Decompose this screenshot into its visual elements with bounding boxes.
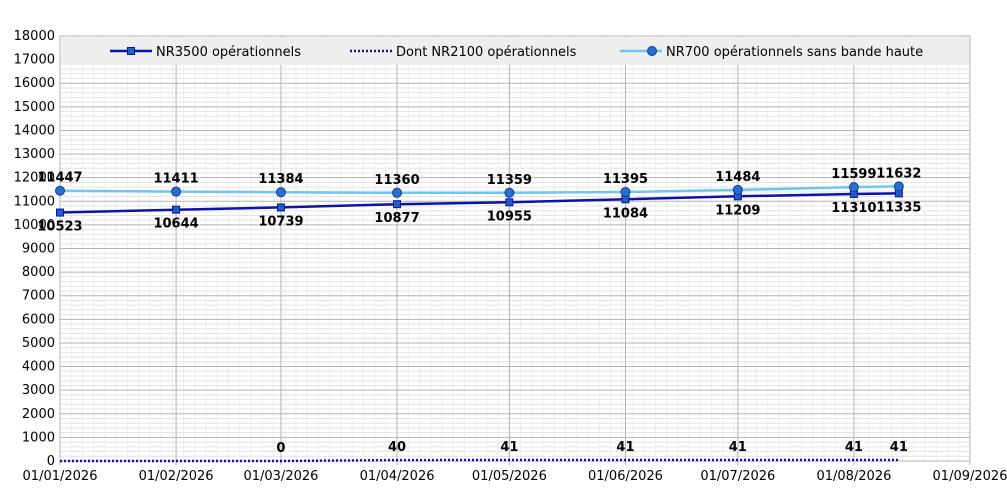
y-tick-label: 15000 [14, 100, 55, 115]
data-label: 11395 [603, 172, 648, 187]
data-point [505, 198, 514, 207]
data-label: 10739 [258, 214, 303, 229]
data-point [275, 187, 286, 198]
data-point [56, 208, 64, 217]
y-tick-label: 17000 [14, 53, 55, 68]
y-tick-label: 13000 [14, 147, 55, 162]
y-tick-label: 0 [47, 454, 55, 469]
y-axis: 0100020003000400050006000700080009000100… [14, 29, 55, 469]
y-tick-label: 4000 [22, 360, 55, 375]
data-label: 11359 [487, 173, 532, 188]
y-tick-label: 3000 [22, 383, 55, 398]
data-label: 11632 [876, 166, 921, 181]
data-label: 11447 [37, 171, 82, 186]
y-tick-label: 18000 [14, 29, 55, 44]
y-tick-label: 1000 [22, 430, 55, 445]
y-tick-label: 6000 [22, 312, 55, 327]
y-tick-label: 14000 [14, 123, 55, 138]
data-point [392, 187, 403, 198]
y-tick-label: 16000 [14, 76, 55, 91]
x-tick-label: 01/03/2026 [243, 469, 318, 484]
x-tick-label: 01/04/2026 [360, 469, 435, 484]
legend-marker [647, 46, 657, 56]
x-tick-label: 01/07/2026 [700, 469, 775, 484]
data-point [172, 205, 181, 214]
data-point [504, 187, 515, 198]
x-tick-label: 01/05/2026 [472, 469, 547, 484]
data-label: 41 [500, 440, 518, 455]
data-point [893, 181, 904, 192]
data-point [620, 186, 631, 197]
data-label: 41 [616, 440, 634, 455]
x-tick-label: 01/02/2026 [139, 469, 214, 484]
data-label: 11360 [374, 173, 419, 188]
data-label: 11384 [258, 172, 303, 187]
data-point [276, 203, 285, 212]
data-label: 11209 [715, 203, 760, 218]
data-label: 10523 [37, 220, 82, 235]
x-tick-label: 01/06/2026 [588, 469, 663, 484]
data-label: 11310 [831, 201, 876, 216]
data-label: 10877 [374, 211, 419, 226]
data-label: 11484 [715, 170, 760, 185]
data-label: 41 [890, 440, 908, 455]
x-axis: 01/01/2026 01/02/2026 01/03/2026 01/04/2026… [23, 469, 1007, 484]
legend-label: NR700 opérationnels sans bande haute [666, 45, 923, 60]
legend-label: NR3500 opérationnels [156, 45, 301, 60]
data-point [393, 200, 402, 209]
x-tick-label: 01/08/2026 [816, 469, 891, 484]
data-point [171, 186, 182, 197]
data-label: 10644 [153, 217, 198, 232]
y-tick-label: 9000 [22, 242, 55, 257]
data-point [848, 182, 859, 193]
x-tick-label: 01/01/2026 [23, 469, 98, 484]
y-tick-label: 8000 [22, 265, 55, 280]
data-label: 0 [276, 441, 285, 456]
data-label: 40 [388, 440, 406, 455]
data-label: 11084 [603, 206, 648, 221]
legend: NR3500 opérationnels Dont NR2100 opératio… [61, 37, 969, 65]
data-label: 41 [845, 440, 863, 455]
line-chart: 0100020003000400050006000700080009000100… [14, 29, 1007, 484]
data-label: 10955 [487, 209, 532, 224]
y-tick-label: 7000 [22, 289, 55, 304]
legend-marker [127, 47, 135, 55]
y-tick-label: 11000 [14, 194, 55, 209]
x-tick-label: 01/09/2026 [933, 469, 1007, 484]
data-label: 41 [729, 440, 747, 455]
y-tick-label: 5000 [22, 336, 55, 351]
data-point [55, 185, 65, 196]
data-point [732, 184, 743, 195]
y-tick-label: 2000 [22, 407, 55, 422]
data-label: 11411 [153, 172, 198, 187]
legend-label: Dont NR2100 opérationnels [396, 45, 577, 60]
data-label: 11335 [876, 200, 921, 215]
legend-item: NR700 opérationnels sans bande haute [620, 45, 923, 60]
data-label: 11599 [831, 167, 876, 182]
